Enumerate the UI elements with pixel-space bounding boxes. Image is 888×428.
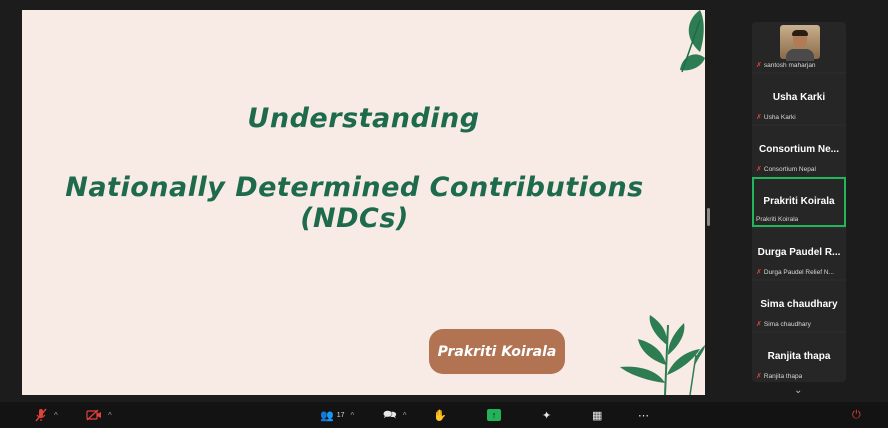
participant-label: Ranjita thapa xyxy=(763,372,803,380)
participant-tile[interactable]: Consortium Ne... ✗ Consortium Nepal xyxy=(752,126,846,176)
participants-panel: ✗ santosh maharjan Usha Karki ✗ Usha Karki… xyxy=(752,22,846,382)
leave-button[interactable]: ⏻ xyxy=(852,407,861,423)
apps-icon: ▦ xyxy=(592,409,603,422)
hand-icon: ✋ xyxy=(433,409,447,422)
mic-off-icon: ✗ xyxy=(756,321,762,328)
participant-tile-active-speaker[interactable]: Prakriti Koirala Prakriti Koirala xyxy=(752,177,846,227)
participant-label: Sima chaudhary xyxy=(763,320,811,328)
mic-off-icon: ✗ xyxy=(756,114,762,121)
mic-off-icon: ✗ xyxy=(756,166,762,173)
panel-resize-handle[interactable] xyxy=(707,208,710,226)
chevron-up-icon[interactable]: ^ xyxy=(351,411,355,420)
participants-count: 17 xyxy=(336,411,345,419)
meeting-toolbar: ^ ^ 👥 17 ^ 🗪 ^ ✋ ↑ ✦ ▦ ⋯ ⏻ xyxy=(0,402,888,428)
participant-label: Prakriti Koirala xyxy=(756,216,799,223)
video-button[interactable]: ^ xyxy=(86,407,112,423)
video-off-icon xyxy=(86,409,101,421)
participants-button[interactable]: 👥 17 ^ xyxy=(320,407,354,423)
avatar xyxy=(780,25,820,61)
leave-icon: ⏻ xyxy=(852,408,861,421)
participant-display-name: Durga Paudel R... xyxy=(757,247,841,258)
participant-tile[interactable]: Durga Paudel R... ✗ Durga Paudel Relief N… xyxy=(752,229,846,279)
mic-off-icon: ✗ xyxy=(756,373,762,380)
participant-display-name: Consortium Ne... xyxy=(758,144,839,155)
chat-icon: 🗪 xyxy=(383,408,397,421)
participant-label: Consortium Nepal xyxy=(763,165,816,173)
sparkle-icon: ✦ xyxy=(542,409,552,422)
raise-hand-button[interactable]: ✋ xyxy=(433,407,447,423)
chevron-up-icon[interactable]: ^ xyxy=(108,411,112,420)
participant-tile[interactable]: ✗ santosh maharjan xyxy=(752,22,846,72)
mute-button[interactable]: ^ xyxy=(34,407,58,423)
participant-label: Usha Karki xyxy=(763,113,796,121)
participant-display-name: Usha Karki xyxy=(772,92,826,103)
presenter-name-pill: Prakriti Koirala xyxy=(429,329,565,374)
share-screen-icon: ↑ xyxy=(487,409,501,421)
mic-off-icon xyxy=(35,408,47,422)
ai-companion-button[interactable]: ✦ xyxy=(542,407,551,423)
people-icon: 👥 xyxy=(320,409,334,422)
more-options-icon: ⋯ xyxy=(638,409,649,422)
slide-title-line1: Understanding xyxy=(247,103,480,134)
participant-tile[interactable]: Usha Karki ✗ Usha Karki xyxy=(752,74,846,124)
participant-label: Durga Paudel Relief N... xyxy=(763,268,834,276)
chat-button[interactable]: 🗪 ^ xyxy=(383,407,406,423)
share-screen-button[interactable]: ↑ xyxy=(487,407,501,423)
scroll-down-chevron-icon[interactable]: ⌄ xyxy=(794,385,802,396)
leaf-decoration-bottom xyxy=(620,315,705,395)
leaf-decoration-top xyxy=(680,10,705,73)
participant-tile[interactable]: Sima chaudhary ✗ Sima chaudhary xyxy=(752,281,846,331)
participant-display-name: Ranjita thapa xyxy=(767,351,831,362)
participant-display-name: Prakriti Koirala xyxy=(763,196,835,207)
chevron-up-icon[interactable]: ^ xyxy=(54,411,58,420)
mic-off-icon: ✗ xyxy=(756,62,762,69)
apps-button[interactable]: ▦ xyxy=(592,407,602,423)
participant-display-name: Sima chaudhary xyxy=(760,299,838,310)
shared-slide: Understanding Nationally Determined Cont… xyxy=(22,10,705,395)
mic-off-icon: ✗ xyxy=(756,269,762,276)
participant-tile[interactable]: Ranjita thapa ✗ Ranjita thapa xyxy=(752,333,846,382)
slide-title-line2: Nationally Determined Contributions (NDC… xyxy=(65,172,644,234)
chevron-up-icon[interactable]: ^ xyxy=(403,411,407,420)
more-button[interactable]: ⋯ xyxy=(638,407,649,423)
participant-label: santosh maharjan xyxy=(763,61,816,69)
